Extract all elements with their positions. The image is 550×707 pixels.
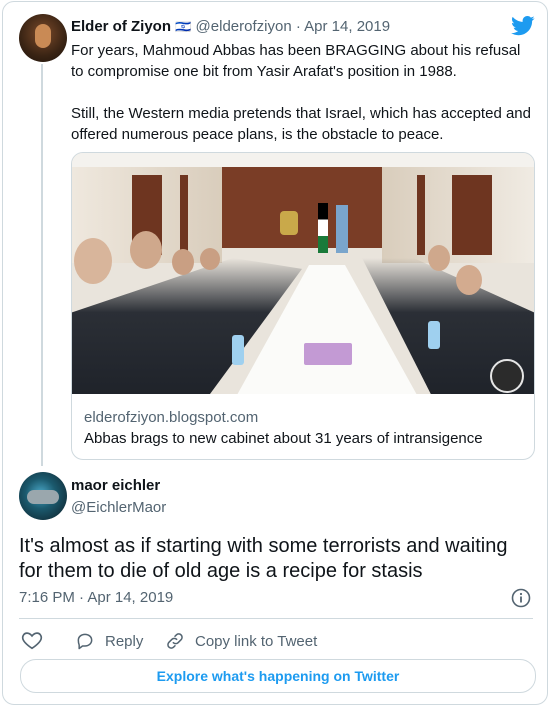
reply-text: It's almost as if starting with some ter… [19,535,508,582]
reply-button[interactable]: Reply [75,631,143,651]
reply-label: Reply [105,632,144,650]
elder-name[interactable]: Elder of Ziyon [71,18,171,35]
seal-icon [490,359,524,393]
quoted-paragraph-1: For years, Mahmoud Abbas has been BRAGGI… [71,42,521,80]
israel-flag-icon: 🇮🇱 [175,19,192,34]
maor-name[interactable]: maor eichler [71,477,160,494]
heart-icon [21,632,43,650]
explore-button[interactable]: Explore what's happening on Twitter [20,659,536,693]
link-domain[interactable]: elderofziyon.blogspot.com [84,409,258,426]
reply-icon [77,633,93,650]
divider [19,618,533,619]
info-icon[interactable] [511,588,531,608]
elder-avatar[interactable] [19,14,67,62]
reply-timestamp[interactable]: 7:16 PM · Apr 14, 2019 [19,589,173,606]
tweet-embed-card: Elder of Ziyon 🇮🇱 @elderofziyon · Apr 14… [2,1,548,705]
like-button[interactable] [21,629,43,651]
twitter-bird-icon[interactable] [511,16,535,36]
quoted-date[interactable]: · Apr 14, 2019 [296,18,390,35]
copy-link-label: Copy link to Tweet [195,632,318,650]
quoted-header: Elder of Ziyon 🇮🇱 @elderofziyon · Apr 14… [71,18,390,35]
maor-avatar[interactable] [19,472,67,520]
link-title[interactable]: Abbas brags to new cabinet about 31 year… [84,430,483,447]
thread-line [41,64,43,466]
elder-handle[interactable]: @elderofziyon [196,18,292,35]
maor-handle[interactable]: @EichlerMaor [71,499,166,516]
link-icon [167,633,183,649]
link-preview-card[interactable]: elderofziyon.blogspot.com Abbas brags to… [71,152,535,460]
quoted-paragraph-2: Still, the Western media pretends that I… [71,105,531,143]
copy-link-button[interactable]: Copy link to Tweet [165,631,317,651]
quoted-body: For years, Mahmoud Abbas has been BRAGGI… [71,40,536,145]
cabinet-meeting-photo [72,153,534,394]
